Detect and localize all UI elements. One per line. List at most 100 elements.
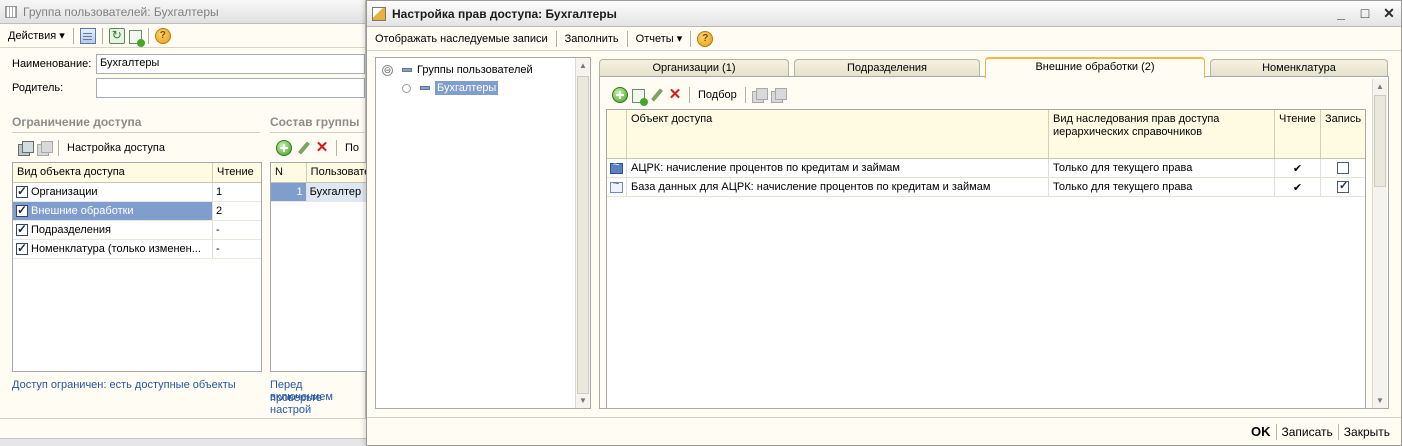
save-close-icon[interactable] — [79, 27, 96, 44]
reports-menu[interactable]: Отчеты ▾ — [632, 32, 687, 45]
row-read-value: - — [216, 243, 220, 255]
row-number: 1 — [271, 183, 307, 201]
delete-icon[interactable]: ✕ — [667, 87, 683, 103]
column-header-number[interactable]: N — [271, 163, 307, 182]
name-input[interactable]: Бухгалтеры — [96, 54, 365, 74]
parent-label: Родитель: — [12, 82, 64, 94]
name-label: Наименование: — [12, 58, 92, 70]
panel-scrollbar[interactable]: ▲ ▼ — [1372, 79, 1387, 408]
fill-button[interactable]: Заполнить — [561, 33, 623, 45]
column-header-read[interactable]: Чтение — [1275, 110, 1321, 158]
table-row[interactable]: Внешние обработки 2 — [13, 202, 261, 221]
scroll-up-icon[interactable]: ▲ — [579, 61, 587, 70]
access-objects-table[interactable]: Объект доступа Вид наследования прав дос… — [606, 109, 1366, 409]
toolbar-separator — [58, 140, 59, 156]
close-button[interactable]: Закрыть — [1339, 425, 1395, 439]
select-button[interactable]: Подбор — [694, 89, 741, 101]
write-checkbox[interactable] — [1337, 162, 1349, 174]
access-status-note[interactable]: Доступ ограничен: есть доступные объекты — [12, 379, 236, 391]
row-checkbox[interactable] — [16, 241, 28, 255]
window-icon — [5, 5, 17, 18]
tab-external-processing[interactable]: Внешние обработки (2) — [985, 57, 1205, 78]
table-header: N Пользовате — [271, 163, 366, 183]
user-group-window: Группа пользователей: Бухгалтеры Действи… — [0, 0, 366, 446]
dialog-toolbar: Отображать наследуемые записи Заполнить … — [367, 27, 1401, 51]
column-header-object-kind[interactable]: Вид объекта доступа — [13, 163, 213, 182]
scroll-up-icon[interactable]: ▲ — [1376, 82, 1384, 91]
toolbar-separator — [690, 30, 692, 47]
tree-item-user-groups[interactable]: ⊖ Группы пользователей — [382, 62, 533, 78]
read-check-icon[interactable]: ✔ — [1293, 162, 1302, 175]
group-select-button[interactable]: По — [341, 142, 363, 154]
processing-icon — [610, 178, 623, 193]
write-checkbox[interactable] — [1337, 179, 1349, 193]
group-members-table[interactable]: N Пользовате 1 Бухгалтер — [270, 162, 366, 372]
delete-icon[interactable]: ✕ — [314, 140, 330, 156]
tree-item-label: Группы пользователей — [417, 64, 533, 76]
access-kinds-table[interactable]: Вид объекта доступа Чтение Организации 1… — [12, 162, 262, 372]
add-icon[interactable] — [276, 140, 292, 156]
column-header-write[interactable]: Запись — [1321, 110, 1365, 158]
dialog-title: Настройка прав доступа: Бухгалтеры — [392, 6, 617, 21]
edit-icon[interactable] — [649, 88, 663, 102]
actions-menu[interactable]: Действия ▾ — [4, 29, 69, 42]
tab-nomenclature[interactable]: Номенклатура — [1210, 59, 1388, 77]
group-note-line-2[interactable]: проверьте настрой — [270, 392, 365, 416]
row-checkbox[interactable] — [16, 184, 28, 198]
select-all-icon[interactable] — [751, 88, 768, 103]
row-checkbox[interactable] — [16, 222, 28, 236]
column-header-read[interactable]: Чтение — [213, 163, 261, 182]
help-icon[interactable]: ? — [697, 30, 714, 47]
add-icon[interactable] — [612, 87, 628, 103]
group-toolbar: ✕ По — [270, 136, 366, 160]
tree-item-accountants[interactable]: Бухгалтеры — [402, 80, 499, 96]
row-read-value: 1 — [216, 186, 223, 198]
table-row[interactable]: 1 Бухгалтер — [271, 183, 366, 202]
close-window-button[interactable]: ✕ — [1377, 5, 1401, 22]
column-header-user[interactable]: Пользовате — [307, 163, 366, 182]
copy-icon[interactable] — [632, 89, 648, 106]
table-row[interactable]: АЦРК: начисление процентов по кредитам и… — [607, 159, 1365, 178]
table-row[interactable]: Подразделения - — [13, 221, 261, 240]
copy-icon[interactable] — [128, 29, 145, 47]
collapse-icon[interactable]: ⊖ — [382, 64, 393, 76]
toolbar-separator — [626, 30, 628, 47]
row-checkbox[interactable] — [16, 203, 28, 217]
table-row[interactable]: Организации 1 — [13, 183, 261, 202]
save-button[interactable]: Записать — [1277, 425, 1338, 439]
user-group-toolbar: Действия ▾ ? — [0, 24, 365, 48]
minimize-button[interactable]: _ — [1329, 5, 1353, 22]
ok-button[interactable]: OK — [1246, 424, 1276, 439]
scroll-down-icon[interactable]: ▼ — [579, 396, 587, 405]
row-inheritance[interactable]: Только для текущего права — [1049, 178, 1275, 196]
tab-departments[interactable]: Подразделения — [794, 59, 980, 77]
show-inherited-button[interactable]: Отображать наследуемые записи — [371, 33, 552, 45]
access-settings-button[interactable]: Настройка доступа — [63, 142, 169, 154]
read-check-icon[interactable]: ✔ — [1293, 181, 1302, 194]
window-controls: _ □ ✕ — [1329, 5, 1401, 22]
group-icon — [402, 68, 412, 72]
user-groups-tree[interactable]: ⊖ Группы пользователей Бухгалтеры ▲ ▼ — [375, 57, 591, 409]
deselect-all-icon[interactable] — [770, 88, 787, 103]
table-row[interactable]: Номенклатура (только изменен... - — [13, 240, 261, 259]
scroll-down-icon[interactable]: ▼ — [1376, 396, 1384, 405]
select-all-icon[interactable] — [18, 141, 34, 156]
column-header-inheritance[interactable]: Вид наследования прав доступа иерархичес… — [1049, 110, 1275, 158]
refresh-icon[interactable] — [108, 27, 125, 44]
column-header-object[interactable]: Объект доступа — [627, 110, 1049, 158]
row-object-kind: Номенклатура (только изменен... — [31, 243, 201, 255]
scroll-thumb[interactable] — [577, 76, 589, 394]
table-row[interactable]: База данных для АЦРК: начисление процент… — [607, 178, 1365, 197]
tab-organizations[interactable]: Организации (1) — [599, 59, 789, 77]
toolbar-separator — [689, 87, 690, 103]
group-members-heading: Состав группы — [270, 115, 360, 129]
edit-icon[interactable] — [296, 141, 310, 155]
help-icon[interactable]: ? — [154, 27, 171, 44]
row-inheritance[interactable]: Только для текущего права — [1049, 159, 1275, 177]
leaf-node-icon — [402, 83, 411, 93]
deselect-all-icon[interactable] — [37, 141, 53, 156]
tree-scrollbar[interactable]: ▲ ▼ — [575, 58, 590, 408]
maximize-button[interactable]: □ — [1353, 5, 1377, 22]
scroll-thumb[interactable] — [1374, 95, 1386, 187]
parent-input[interactable] — [96, 78, 365, 98]
